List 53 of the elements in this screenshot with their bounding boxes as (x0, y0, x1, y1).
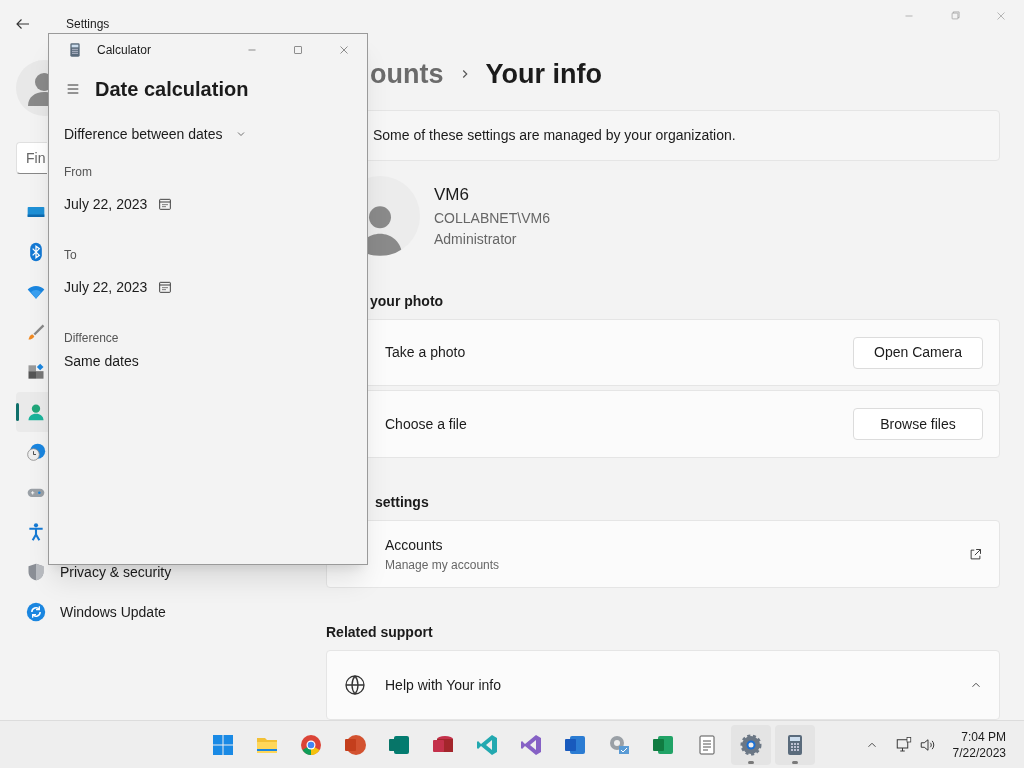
maximize-icon[interactable] (291, 43, 305, 57)
update-icon (26, 602, 46, 622)
gear-icon (739, 732, 763, 757)
calculator-header: Date calculation (95, 77, 249, 102)
difference-result: Same dates (64, 352, 140, 371)
paintbrush-icon (26, 322, 46, 342)
clock-globe-icon (26, 442, 46, 462)
action-button[interactable]: Browse files (853, 408, 983, 441)
breadcrumb-link[interactable]: ounts (370, 53, 444, 95)
window-title: Calculator (97, 42, 152, 59)
start-icon (211, 732, 235, 757)
sidebar-item[interactable] (16, 392, 48, 432)
field-label: From (64, 164, 93, 181)
action-button[interactable]: Open Camera (853, 336, 983, 369)
calculator-icon (67, 42, 83, 58)
accessibility-icon (26, 522, 46, 542)
globe-icon (343, 673, 367, 698)
help-expander[interactable]: Help with Your info (326, 650, 1000, 720)
search-field[interactable]: Fin (16, 142, 47, 174)
taskbar-button[interactable] (775, 724, 815, 765)
sidebar-item[interactable]: Windows Update (16, 602, 174, 622)
clock-date[interactable]: 7/22/2023 (952, 744, 1006, 761)
browser-icon (299, 732, 323, 757)
menu-icon[interactable] (65, 81, 81, 97)
date-picker[interactable]: July 22, 2023 (64, 272, 174, 302)
section-heading: your photo (369, 291, 445, 311)
shield-icon (26, 562, 46, 582)
network-icon[interactable] (894, 735, 913, 754)
card-subtitle: Manage my accounts (385, 556, 501, 574)
user-name: VM6 (434, 184, 470, 206)
field-label: To (64, 247, 78, 264)
person-icon (26, 402, 46, 422)
user-account: COLLABNET\VM6 (434, 208, 550, 228)
calendar-icon (157, 279, 174, 295)
apps-icon (26, 362, 46, 382)
section-heading: Related support (326, 623, 434, 643)
settings-card[interactable]: Accounts Manage my accounts (326, 520, 1000, 589)
external-link-icon (968, 546, 983, 562)
card-title: Accounts (385, 535, 444, 555)
ide-icon (519, 732, 543, 757)
calendar-icon (157, 196, 174, 212)
code-editor-icon (475, 732, 499, 757)
taskbar-button[interactable] (731, 724, 771, 765)
field-label: Difference (64, 330, 120, 347)
section-heading: settings (374, 493, 430, 513)
mode-dropdown[interactable]: Difference between dates (64, 122, 247, 146)
sidebar-item[interactable]: Privacy & security (16, 562, 180, 582)
date-picker[interactable]: July 22, 2023 (64, 189, 174, 219)
presentation-app-icon (343, 732, 367, 757)
page-title: Your info (485, 57, 602, 91)
user-role: Administrator (434, 229, 518, 249)
clock-time[interactable]: 7:04 PM (961, 728, 1006, 745)
window-title: Settings (66, 16, 110, 33)
